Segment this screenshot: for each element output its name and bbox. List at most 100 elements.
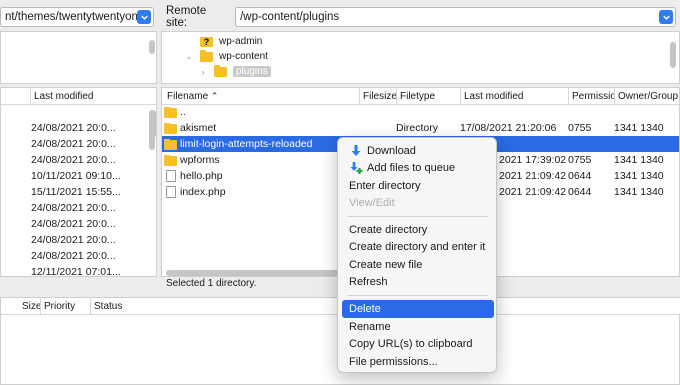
folder-icon (214, 64, 227, 77)
question-folder-icon: ? (200, 36, 213, 47)
cell-last-modified: 24/08/2021 20:0... (31, 202, 116, 214)
folder-icon (164, 139, 177, 150)
remote-path-input[interactable]: /wp-content/plugins (235, 7, 676, 27)
column-permissions[interactable]: Permissio (568, 88, 614, 105)
cell-last-modified: 12/11/2021 07:01... (31, 266, 121, 277)
cell-last-modified: 24/08/2021 20:0... (31, 138, 116, 150)
cell-permissions: 0644 (568, 170, 592, 182)
remote-list-hscrollbar[interactable] (166, 270, 341, 276)
remote-tree-pane: ? wp-admin ⌄ wp-content › plugins (161, 31, 680, 84)
cell-filename: wpforms (180, 154, 220, 166)
column-size[interactable]: Size (19, 298, 41, 315)
table-row[interactable]: 24/08/2021 20:0... (1, 200, 146, 216)
cell-owner-group: 1341 1340 (614, 186, 664, 198)
table-row[interactable]: 24/08/2021 20:0... (1, 120, 146, 136)
tree-item-label: wp-admin (219, 36, 263, 47)
table-row[interactable]: .. (162, 104, 679, 120)
table-row[interactable]: 10/11/2021 09:10... (1, 168, 146, 184)
chevron-down-icon (662, 15, 670, 20)
cell-last-modified: 2021 21:09:42 (499, 170, 567, 182)
cell-permissions: 0755 (568, 154, 592, 166)
cell-permissions: 0644 (568, 186, 592, 198)
cell-last-modified: 17/08/2021 21:20:06 (460, 122, 557, 134)
cell-last-modified: 10/11/2021 09:10... (31, 170, 121, 182)
tree-item-label: plugins (233, 66, 271, 77)
folder-icon (200, 49, 213, 62)
column-last-modified[interactable]: Last modified (30, 88, 156, 105)
chevron-down-icon[interactable]: ⌄ (184, 51, 194, 62)
menu-item-label: Add files to queue (367, 162, 456, 174)
tree-item-wp-admin[interactable]: ? wp-admin (200, 34, 262, 49)
cell-permissions: 0755 (568, 122, 592, 134)
table-row[interactable]: 24/08/2021 20:0... (1, 216, 146, 232)
table-row[interactable]: 24/08/2021 20:0... (1, 152, 146, 168)
cell-last-modified: 24/08/2021 20:0... (31, 122, 116, 134)
column-filename[interactable]: Filename ⌃ (164, 88, 359, 105)
local-tree-scrollbar[interactable] (149, 40, 155, 54)
table-row[interactable]: 24/08/2021 20:0... (1, 136, 146, 152)
column-last-modified[interactable]: Last modified (460, 88, 568, 105)
cell-filetype: Directory (396, 122, 439, 134)
menu-item-create-new-file[interactable]: Create new file (342, 256, 494, 274)
menu-item-download[interactable]: Download (342, 142, 494, 160)
file-icon (166, 170, 176, 182)
column-owner-group[interactable]: Owner/Group (614, 88, 679, 105)
menu-item-label: Download (367, 145, 416, 157)
cell-filename: hello.php (180, 170, 223, 182)
folder-icon (164, 155, 177, 166)
cell-owner-group: 1341 1340 (614, 154, 664, 166)
local-path-input[interactable]: nt/themes/twentytwentyone/ (0, 7, 154, 27)
tree-item-wp-content[interactable]: ⌄ wp-content (184, 49, 268, 64)
menu-item-delete[interactable]: Delete (342, 300, 494, 318)
remote-list-header: Filename ⌃ Filesize Filetype Last modifi… (162, 88, 679, 105)
add-to-queue-icon (350, 162, 363, 174)
local-list-header: Last modified (1, 88, 156, 105)
tree-item-plugins[interactable]: › plugins (198, 64, 271, 79)
column-filetype[interactable]: Filetype (396, 88, 460, 105)
menu-item-file-permissions[interactable]: File permissions... (342, 353, 494, 371)
local-path-bar: nt/themes/twentytwentyone/ (0, 6, 155, 28)
cell-last-modified: 15/11/2021 15:55... (31, 186, 121, 198)
chevron-right-icon[interactable]: › (198, 67, 208, 77)
folder-icon (164, 107, 177, 118)
cell-last-modified: 24/08/2021 20:0... (31, 250, 116, 262)
cell-owner-group: 1341 1340 (614, 122, 664, 134)
sort-ascending-icon: ⌃ (210, 91, 219, 101)
file-icon (166, 186, 176, 198)
column-filename-label: Filename (167, 91, 209, 102)
local-file-list: Last modified 24/08/2021 20:0... 24/08/2… (0, 87, 157, 277)
remote-tree-scrollbar[interactable] (670, 42, 676, 68)
column-filesize[interactable]: Filesize (359, 88, 397, 105)
remote-path-bar: Remote site: /wp-content/plugins (166, 5, 676, 29)
cell-last-modified: 24/08/2021 20:0... (31, 218, 116, 230)
cell-filename: .. (180, 106, 186, 118)
cell-filename: limit-login-attempts-reloaded (180, 138, 313, 150)
table-row[interactable]: 24/08/2021 20:0... (1, 232, 146, 248)
table-row[interactable]: 12/11/2021 07:01... (1, 264, 146, 277)
menu-separator (348, 295, 488, 296)
menu-item-create-directory-and-enter[interactable]: Create directory and enter it (342, 238, 494, 256)
local-tree-pane (0, 31, 157, 84)
local-list-scrollbar-thumb[interactable] (150, 110, 156, 138)
menu-item-copy-url[interactable]: Copy URL(s) to clipboard (342, 335, 494, 353)
table-row[interactable]: 24/08/2021 20:0... (1, 248, 146, 264)
tree-item-label: wp-content (219, 51, 268, 62)
cell-last-modified: 2021 17:39:02 (499, 154, 567, 166)
menu-item-refresh[interactable]: Refresh (342, 273, 494, 291)
column-status[interactable]: Status (90, 298, 340, 315)
menu-item-add-files-to-queue[interactable]: Add files to queue (342, 159, 494, 177)
menu-item-view-edit: View/Edit (349, 197, 395, 209)
local-path-value: nt/themes/twentytwentyone/ (5, 11, 148, 23)
menu-item-rename[interactable]: Rename (342, 318, 494, 336)
menu-item-create-directory[interactable]: Create directory (342, 221, 494, 239)
cell-last-modified: 2021 21:09:42 (499, 186, 567, 198)
table-row[interactable]: akismet Directory 17/08/2021 21:20:06 07… (162, 120, 679, 136)
cell-filename: akismet (180, 122, 217, 134)
column-priority[interactable]: Priority (40, 298, 90, 315)
local-path-dropdown-button[interactable] (137, 10, 151, 24)
menu-item-enter-directory[interactable]: Enter directory (342, 177, 494, 195)
remote-status-text: Selected 1 directory. (166, 278, 257, 289)
remote-path-dropdown-button[interactable] (659, 10, 673, 24)
table-row[interactable]: 15/11/2021 15:55... (1, 184, 146, 200)
cell-filename: index.php (180, 186, 226, 198)
